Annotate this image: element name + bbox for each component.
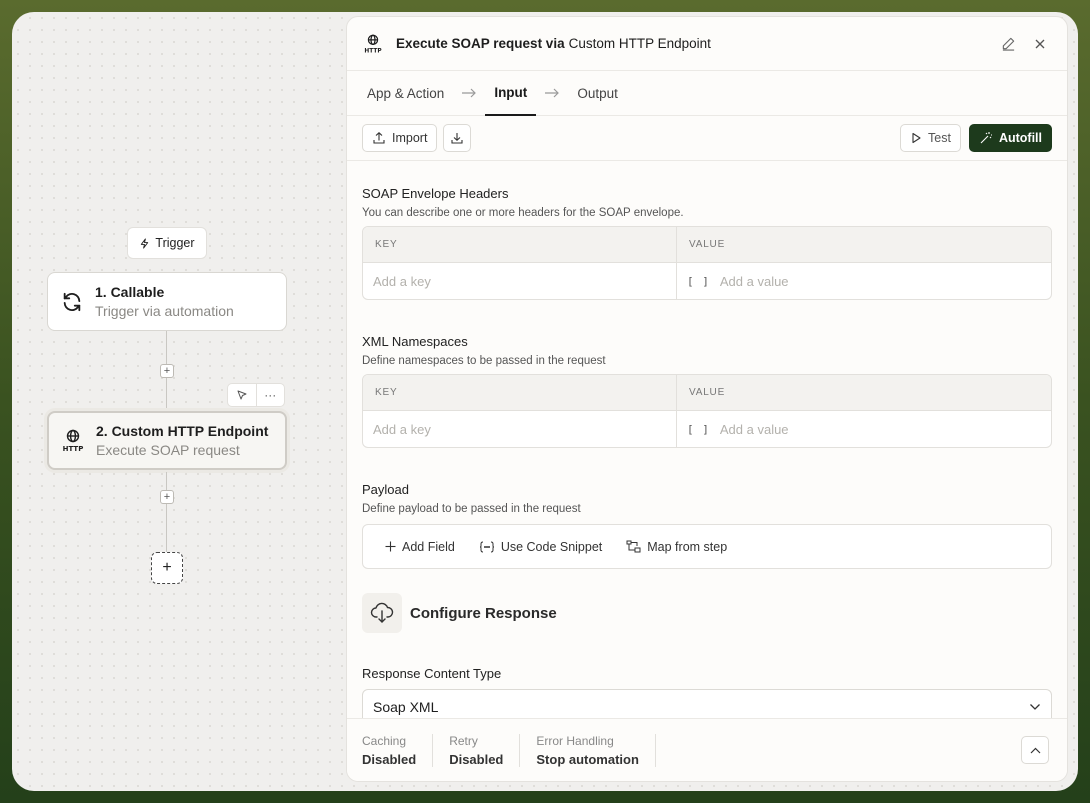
configure-response-header: Configure Response — [362, 593, 1052, 633]
app-window: Trigger 1. Callable Trigger via automati… — [12, 12, 1078, 791]
caching-setting[interactable]: Caching Disabled — [362, 733, 434, 767]
node-callable[interactable]: 1. Callable Trigger via automation — [47, 272, 287, 331]
panel-footer: Caching Disabled Retry Disabled Error Ha… — [347, 718, 1067, 781]
arrow-right-icon — [535, 88, 569, 98]
section-title: XML Namespaces — [362, 334, 468, 349]
tab-app-action[interactable]: App & Action — [367, 71, 444, 116]
array-bracket-icon: [ ] — [687, 274, 710, 288]
key-input[interactable]: Add a key — [363, 411, 677, 447]
upload-icon — [373, 132, 385, 144]
configure-response-title: Configure Response — [410, 604, 557, 622]
svg-text:HTTP: HTTP — [364, 48, 382, 54]
autofill-button[interactable]: Autofill — [968, 124, 1052, 152]
input-toolbar: Import Test Autofill — [347, 116, 1067, 161]
field-label: Response Content Type — [362, 666, 502, 681]
error-handling-setting[interactable]: Error Handling Stop automation — [536, 733, 656, 767]
node-custom-http[interactable]: HTTP 2. Custom HTTP Endpoint Execute SOA… — [47, 411, 287, 470]
headers-table: KEY VALUE Add a key [ ] Add a value — [362, 226, 1052, 300]
table-row: Add a key [ ] Add a value — [363, 263, 1051, 299]
key-input[interactable]: Add a key — [363, 263, 677, 299]
retry-setting[interactable]: Retry Disabled — [449, 733, 521, 767]
step-config-panel: HTTP Execute SOAP request via Custom HTT… — [346, 16, 1068, 782]
namespaces-table: KEY VALUE Add a key [ ] Add a value — [362, 374, 1052, 448]
add-step-button[interactable]: + — [160, 490, 174, 504]
import-label: Import — [392, 131, 428, 145]
add-field-button[interactable]: Add Field — [385, 540, 455, 554]
node-toolbar: ··· — [227, 383, 285, 407]
section-title: Payload — [362, 482, 409, 497]
node-title: 2. Custom HTTP Endpoint — [96, 422, 269, 439]
add-step-button[interactable]: + — [160, 364, 174, 378]
refresh-icon — [60, 290, 84, 314]
tab-output[interactable]: Output — [577, 71, 618, 116]
value-placeholder: Add a value — [719, 273, 789, 289]
value-column-header: VALUE — [689, 387, 726, 398]
trigger-chip[interactable]: Trigger — [127, 227, 207, 259]
edit-icon[interactable] — [997, 33, 1019, 55]
lightning-icon — [141, 237, 149, 249]
test-label: Test — [928, 131, 951, 145]
chevron-up-icon — [1030, 747, 1040, 753]
panel-title-app: Custom HTTP Endpoint — [568, 36, 711, 51]
step-tabs: App & Action Input Output — [347, 71, 1067, 116]
close-icon[interactable] — [1029, 33, 1051, 55]
node-subtitle: Trigger via automation — [95, 302, 234, 319]
panel-header: HTTP Execute SOAP request via Custom HTT… — [347, 17, 1067, 71]
map-from-step-button[interactable]: Map from step — [626, 540, 727, 554]
table-row: Add a key [ ] Add a value — [363, 411, 1051, 447]
import-button[interactable]: Import — [362, 124, 438, 152]
section-title: SOAP Envelope Headers — [362, 186, 509, 201]
tab-input[interactable]: Input — [485, 71, 537, 116]
cursor-icon[interactable] — [228, 384, 257, 406]
code-braces-icon — [479, 541, 494, 552]
array-bracket-icon: [ ] — [687, 422, 710, 436]
panel-title: Execute SOAP request via — [396, 36, 565, 51]
select-value: Soap XML — [373, 699, 439, 715]
cloud-download-icon — [362, 593, 402, 633]
value-placeholder: Add a value — [719, 421, 789, 437]
section-desc: Define payload to be passed in the reque… — [362, 503, 581, 515]
download-button[interactable] — [443, 124, 472, 152]
expand-footer-button[interactable] — [1021, 736, 1049, 764]
svg-text:HTTP: HTTP — [63, 445, 84, 453]
magic-wand-icon — [980, 132, 992, 144]
download-icon — [451, 133, 463, 144]
section-desc: Define namespaces to be passed in the re… — [362, 355, 606, 367]
arrow-right-icon — [452, 88, 486, 98]
key-column-header: KEY — [363, 227, 677, 262]
value-input[interactable]: [ ] Add a value — [677, 411, 1051, 447]
node-subtitle: Execute SOAP request — [96, 441, 240, 458]
use-code-snippet-button[interactable]: Use Code Snippet — [479, 540, 602, 554]
node-title: 1. Callable — [95, 283, 165, 300]
test-button[interactable]: Test — [900, 124, 961, 152]
play-icon — [912, 132, 921, 144]
plus-icon — [385, 541, 396, 552]
input-form: SOAP Envelope Headers You can describe o… — [347, 186, 1067, 725]
http-globe-icon: HTTP — [61, 429, 85, 453]
key-column-header: KEY — [363, 375, 677, 410]
value-column-header: VALUE — [689, 239, 726, 250]
add-node-button[interactable]: + — [151, 552, 183, 584]
section-desc: You can describe one or more headers for… — [362, 207, 684, 219]
connector-line — [166, 472, 167, 552]
http-globe-icon: HTTP — [363, 34, 383, 54]
trigger-label: Trigger — [155, 236, 195, 250]
map-step-icon — [626, 540, 641, 553]
chevron-down-icon — [1030, 704, 1040, 710]
payload-actions: Add Field Use Code Snippet Map from step — [362, 524, 1052, 569]
value-input[interactable]: [ ] Add a value — [677, 263, 1051, 299]
autofill-label: Autofill — [998, 131, 1042, 145]
more-icon[interactable]: ··· — [257, 384, 285, 406]
